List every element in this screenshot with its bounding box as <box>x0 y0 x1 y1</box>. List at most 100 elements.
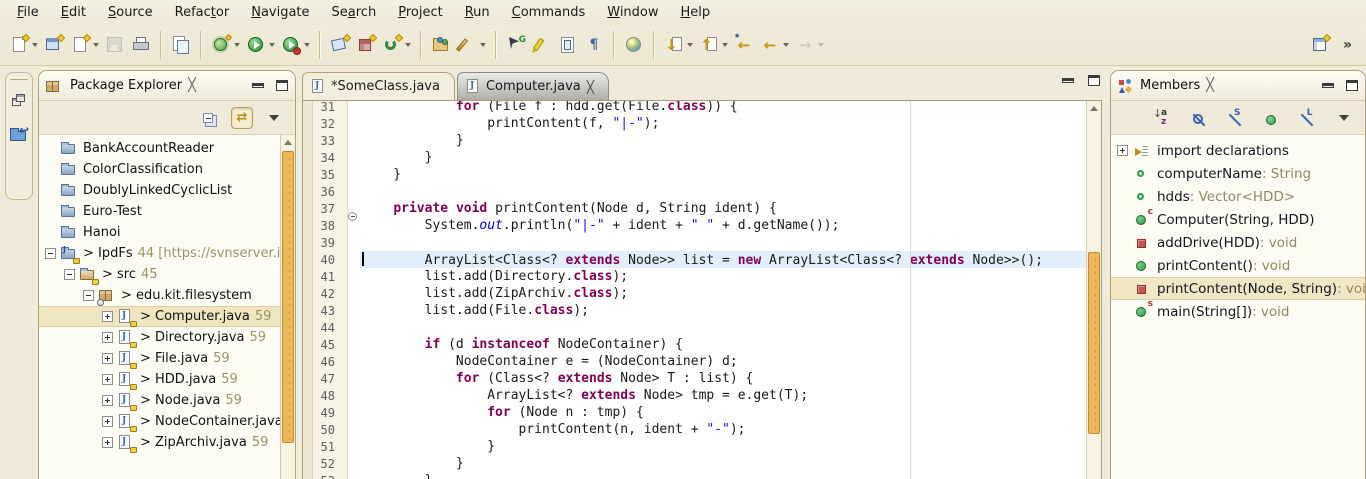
menu-run[interactable]: Run <box>454 2 501 23</box>
menu-search[interactable]: Search <box>321 2 388 23</box>
close-icon[interactable]: ╳ <box>188 78 195 93</box>
tree-item-hanoi[interactable]: Hanoi <box>39 222 295 243</box>
run-external-button[interactable] <box>278 32 313 58</box>
new-window-button[interactable] <box>41 32 67 58</box>
maximize-button[interactable] <box>276 80 288 91</box>
menu-project[interactable]: Project <box>387 2 454 23</box>
member-printcontent-node-string[interactable]: printContent(Node, String) : void <box>1111 277 1365 300</box>
new-junit-button[interactable] <box>353 32 379 58</box>
code-line-40[interactable]: 40 ArrayList<Class<? extends Node>> list… <box>303 251 1086 268</box>
scrollbar-thumb[interactable] <box>282 151 294 443</box>
tree-item-nodecontainer-java[interactable]: J> NodeContainer.java <box>39 411 295 432</box>
restore-views-icon[interactable] <box>9 92 29 112</box>
code-line-37[interactable]: 37 private void printContent(Node d, Str… <box>303 200 1086 217</box>
show-whitespace-button[interactable] <box>581 32 607 58</box>
chevron-down-icon[interactable] <box>783 43 789 47</box>
scroll-up-arrow[interactable] <box>281 135 295 149</box>
tree-item-directory-java[interactable]: J> Directory.java59 <box>39 327 295 348</box>
open-resource-icon[interactable]: ↩ <box>9 124 29 144</box>
code-line-48[interactable]: 48 ArrayList<? extends Node> tmp = e.get… <box>303 387 1086 404</box>
tree-item-colorclassification[interactable]: ColorClassification <box>39 159 295 180</box>
expand-toggle[interactable] <box>102 416 113 427</box>
code-line-41[interactable]: 41 list.add(Directory.class); <box>303 268 1086 285</box>
toolbar-overflow-chevron[interactable]: » <box>1343 35 1352 55</box>
code-line-50[interactable]: 50 printContent(n, ident + "-"); <box>303 421 1086 438</box>
copy-docs-button[interactable] <box>168 32 194 58</box>
code-line-51[interactable]: 51 } <box>303 438 1086 455</box>
code-line-34[interactable]: 34 } <box>303 149 1086 166</box>
menu-navigate[interactable]: Navigate <box>240 2 320 23</box>
tab-computer-java[interactable]: JComputer.java╳ <box>457 72 609 100</box>
link-with-editor-button[interactable]: ⇄ <box>231 107 253 129</box>
tree-item-bankaccountreader[interactable]: BankAccountReader <box>39 138 295 159</box>
tree-item-node-java[interactable]: J> Node.java59 <box>39 390 295 411</box>
package-explorer-titlebar[interactable]: Package Explorer ╳ <box>39 71 295 101</box>
chevron-down-icon[interactable] <box>480 43 486 47</box>
editor-scrollbar[interactable] <box>1086 101 1101 479</box>
code-editor[interactable]: 31 for (File f : hdd.get(File.class)) {3… <box>302 101 1102 479</box>
code-line-32[interactable]: 32 printContent(f, "|-"); <box>303 115 1086 132</box>
code-line-38[interactable]: 38 System.out.println("|-" + ident + " "… <box>303 217 1086 234</box>
save-button[interactable] <box>102 32 128 58</box>
collapse-all-button[interactable] <box>199 107 221 129</box>
editor-minimize-button[interactable] <box>1062 78 1074 83</box>
tree-item-euro-test[interactable]: Euro-Test <box>39 201 295 222</box>
open-type-button[interactable] <box>428 32 454 58</box>
tree-item-doublylinkedcycliclist[interactable]: DoublyLinkedCyclicList <box>39 180 295 201</box>
code-line-44[interactable]: 44 <box>303 319 1086 336</box>
goto-marker-button[interactable]: G <box>503 32 529 58</box>
member-import-declarations[interactable]: import declarations <box>1111 139 1365 162</box>
tree-item-ziparchiv-java[interactable]: J> ZipArchiv.java59 <box>39 432 295 453</box>
expand-toggle[interactable] <box>102 437 113 448</box>
new-type-button[interactable] <box>67 32 102 58</box>
member-computername[interactable]: computerName : String <box>1111 162 1365 185</box>
member-main-string[interactable]: smain(String[]) : void <box>1111 300 1365 323</box>
close-icon[interactable]: ╳ <box>1206 78 1213 93</box>
members-titlebar[interactable]: Members ╳ <box>1111 71 1365 101</box>
package-explorer-scrollbar[interactable] <box>280 135 295 479</box>
chevron-down-icon[interactable] <box>304 43 310 47</box>
chevron-down-icon[interactable] <box>818 43 824 47</box>
chevron-down-icon[interactable] <box>269 43 275 47</box>
member-adddrive-hdd[interactable]: addDrive(HDD) : void <box>1111 231 1365 254</box>
new-task-button[interactable] <box>327 32 353 58</box>
code-line-42[interactable]: 42 list.add(ZipArchiv.class); <box>303 285 1086 302</box>
close-icon[interactable]: ╳ <box>587 80 594 94</box>
code-line-35[interactable]: 35 } <box>303 166 1086 183</box>
tree-item-edu-kit-filesystem[interactable]: > edu.kit.filesystem <box>39 285 295 306</box>
prev-annotation-button[interactable]: ↑ <box>696 32 731 58</box>
chevron-down-icon[interactable] <box>722 43 728 47</box>
hide-fields-button[interactable] <box>1189 107 1211 129</box>
member-computer-string-hdd[interactable]: cComputer(String, HDD) <box>1111 208 1365 231</box>
code-line-49[interactable]: 49 for (Node n : tmp) { <box>303 404 1086 421</box>
hide-static-button[interactable]: S <box>1225 107 1247 129</box>
menu-edit[interactable]: Edit <box>50 2 97 23</box>
view-menu-button[interactable] <box>1333 107 1355 129</box>
team-sync-button[interactable] <box>379 32 414 58</box>
member-hdds[interactable]: hdds : Vector<HDD> <box>1111 185 1365 208</box>
search-brush-button[interactable] <box>454 32 489 58</box>
menu-source[interactable]: Source <box>97 2 164 23</box>
hide-local-types-button[interactable]: L <box>1297 107 1319 129</box>
chevron-down-icon[interactable] <box>405 43 411 47</box>
chevron-down-icon[interactable] <box>687 43 693 47</box>
expand-toggle[interactable] <box>102 332 113 343</box>
code-line-36[interactable]: 36 <box>303 183 1086 200</box>
code-line-43[interactable]: 43 list.add(File.class); <box>303 302 1086 319</box>
open-perspective-button[interactable] <box>1307 32 1333 58</box>
expand-toggle[interactable] <box>102 311 113 322</box>
new-wizard-button[interactable] <box>6 32 41 58</box>
collapse-toggle[interactable] <box>45 248 56 259</box>
tab--someclass-java[interactable]: J*SomeClass.java <box>302 72 455 100</box>
expand-toggle[interactable] <box>102 374 113 385</box>
tree-item-file-java[interactable]: J> File.java59 <box>39 348 295 369</box>
code-line-53[interactable]: 53 } <box>303 472 1086 479</box>
chevron-down-icon[interactable] <box>93 43 99 47</box>
maximize-button[interactable] <box>1346 80 1358 91</box>
debug-button[interactable] <box>208 32 243 58</box>
highlighter-button[interactable] <box>529 32 555 58</box>
print-button[interactable] <box>128 32 154 58</box>
view-menu-button[interactable] <box>263 107 285 129</box>
menu-commands[interactable]: Commands <box>501 2 597 23</box>
code-line-33[interactable]: 33 } <box>303 132 1086 149</box>
